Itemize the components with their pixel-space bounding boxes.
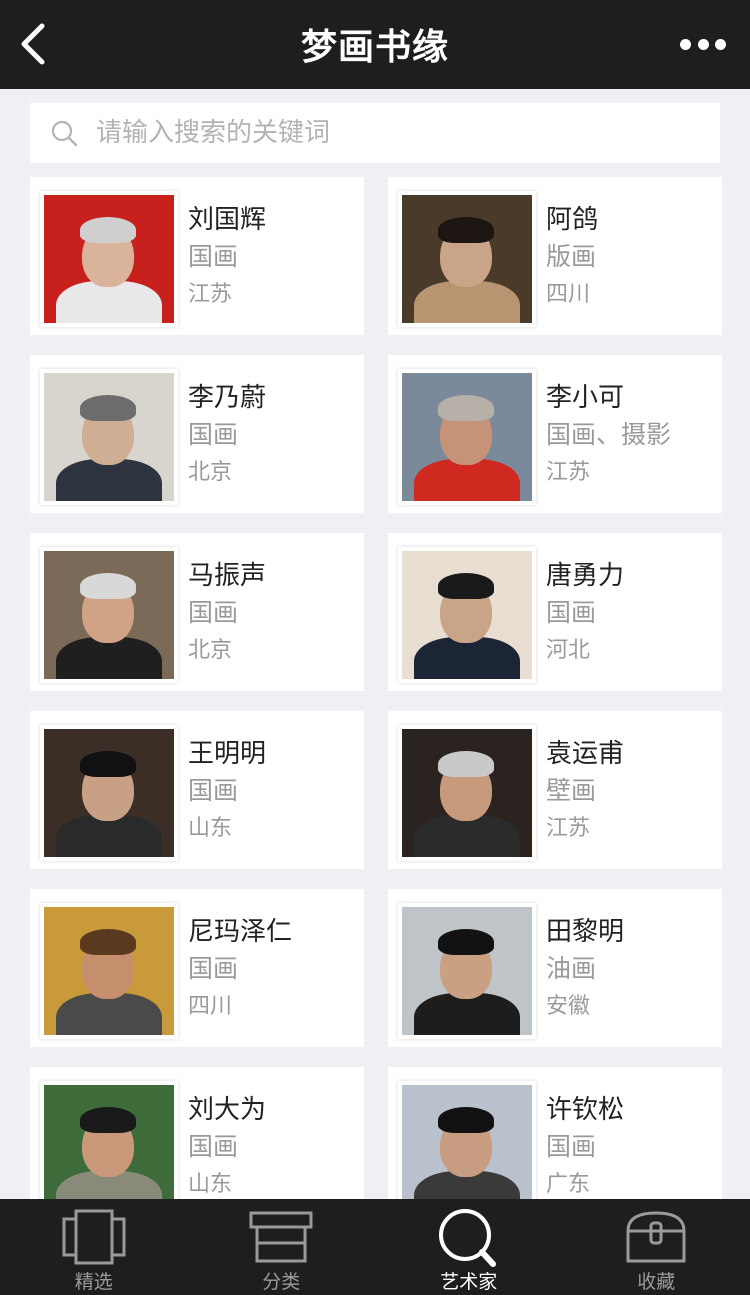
artist-name: 阿鸽 — [546, 205, 599, 235]
artist-photo — [40, 903, 178, 1039]
artist-card[interactable]: 唐勇力 国画 河北 — [388, 533, 722, 691]
tab-artists[interactable]: 艺术家 — [375, 1199, 563, 1295]
artist-category: 国画 — [188, 242, 239, 271]
artist-location: 山东 — [188, 1172, 233, 1197]
artist-photo — [40, 1081, 178, 1199]
artist-card[interactable]: 李小可国画、摄影江苏 — [388, 355, 722, 513]
tab-featured[interactable]: 精选 — [0, 1199, 188, 1295]
artist-category: 国画 — [188, 598, 239, 627]
artist-category: 国画 — [188, 420, 239, 449]
artist-name: 李乃蔚 — [188, 383, 267, 413]
featured-icon — [62, 1209, 126, 1265]
artist-card[interactable]: 袁运甫 壁画 江苏 — [388, 711, 722, 869]
artist-photo — [40, 191, 178, 327]
artist-photo — [398, 547, 536, 683]
artist-location: 四川 — [188, 994, 233, 1019]
tab-label: 收藏 — [637, 1271, 676, 1293]
tab-category[interactable]: 分类 — [188, 1199, 376, 1295]
artist-category: 版画 — [546, 242, 597, 271]
artist-card[interactable]: 许钦松 国画 广东 — [388, 1067, 722, 1199]
artist-category: 国画 — [188, 954, 239, 983]
artist-photo — [398, 903, 536, 1039]
artist-location: 北京 — [188, 638, 233, 663]
page-title: 梦画书缘 — [300, 27, 449, 68]
artist-category: 油画 — [546, 954, 597, 983]
artist-name: 唐勇力 — [546, 561, 625, 591]
artist-photo — [40, 547, 178, 683]
tab-label: 艺术家 — [440, 1271, 498, 1293]
artist-location: 河北 — [546, 638, 591, 663]
artist-photo — [398, 1081, 536, 1199]
artist-card[interactable]: 尼玛泽仁 国画 四川 — [30, 889, 364, 1047]
artist-location: 四川 — [546, 282, 591, 307]
artist-location: 山东 — [188, 816, 233, 841]
search-bar[interactable] — [30, 103, 720, 163]
more-icon[interactable] — [680, 36, 726, 52]
app: 梦画书缘 刘国辉国画江苏阿鸽版画四川李乃蔚国画北京李小可国画、摄影江苏马振声国画… — [0, 0, 750, 1295]
artist-category: 国画、摄影 — [546, 420, 672, 449]
artist-category: 国画 — [546, 1132, 597, 1161]
artist-category: 国画 — [188, 776, 239, 805]
artist-card[interactable]: 阿鸽 版画 四川 — [388, 177, 722, 335]
artist-name: 袁运甫 — [546, 739, 625, 769]
artist-name: 刘国辉 — [188, 205, 267, 235]
artist-location: 江苏 — [546, 816, 591, 841]
artist-location: 江苏 — [546, 460, 591, 485]
artist-location: 北京 — [188, 460, 233, 485]
artist-name: 刘大为 — [188, 1095, 267, 1125]
artist-card[interactable]: 刘大为 国画 山东 — [30, 1067, 364, 1199]
tab-label: 分类 — [262, 1271, 301, 1293]
artist-photo — [398, 725, 536, 861]
artist-name: 许钦松 — [546, 1095, 625, 1125]
artist-name: 李小可 — [546, 383, 625, 413]
artist-photo — [40, 725, 178, 861]
artist-card[interactable]: 王明明 国画 山东 — [30, 711, 364, 869]
search-icon — [51, 120, 78, 147]
artist-name: 王明明 — [188, 739, 267, 769]
search-icon — [438, 1209, 496, 1267]
search-input[interactable] — [96, 118, 676, 148]
bottom-tab-bar: 精选 分类 艺术家 收藏 — [0, 1199, 750, 1295]
tab-collection[interactable]: 收藏 — [563, 1199, 750, 1295]
artist-name: 田黎明 — [546, 917, 625, 947]
artist-card[interactable]: 马振声 国画 北京 — [30, 533, 364, 691]
artist-grid: 刘国辉 国画 江苏 阿鸽 版画 四川 李乃蔚 国画 北京 李小可 国画、摄影 江苏 马振声 国画 北京 唐勇力… — [0, 177, 750, 1199]
artist-location: 江苏 — [188, 282, 233, 307]
artist-photo — [398, 369, 536, 505]
artist-card[interactable]: 田黎明 油画 安徽 — [388, 889, 722, 1047]
artist-category: 国画 — [546, 598, 597, 627]
category-icon — [249, 1211, 313, 1263]
artist-category: 国画 — [188, 1132, 239, 1161]
artist-card[interactable]: 刘国辉 国画 江苏 — [30, 177, 364, 335]
artist-category: 壁画 — [546, 776, 597, 805]
artist-location: 广东 — [546, 1172, 591, 1197]
top-bar: 梦画书缘 — [0, 0, 750, 89]
artist-photo — [398, 191, 536, 327]
tab-label: 精选 — [74, 1271, 113, 1293]
artist-name: 马振声 — [188, 561, 267, 591]
artist-name: 尼玛泽仁 — [188, 917, 293, 947]
artist-photo — [40, 369, 178, 505]
collection-icon — [626, 1211, 686, 1263]
artist-card[interactable]: 李乃蔚 国画 北京 — [30, 355, 364, 513]
artist-location: 安徽 — [546, 994, 591, 1019]
